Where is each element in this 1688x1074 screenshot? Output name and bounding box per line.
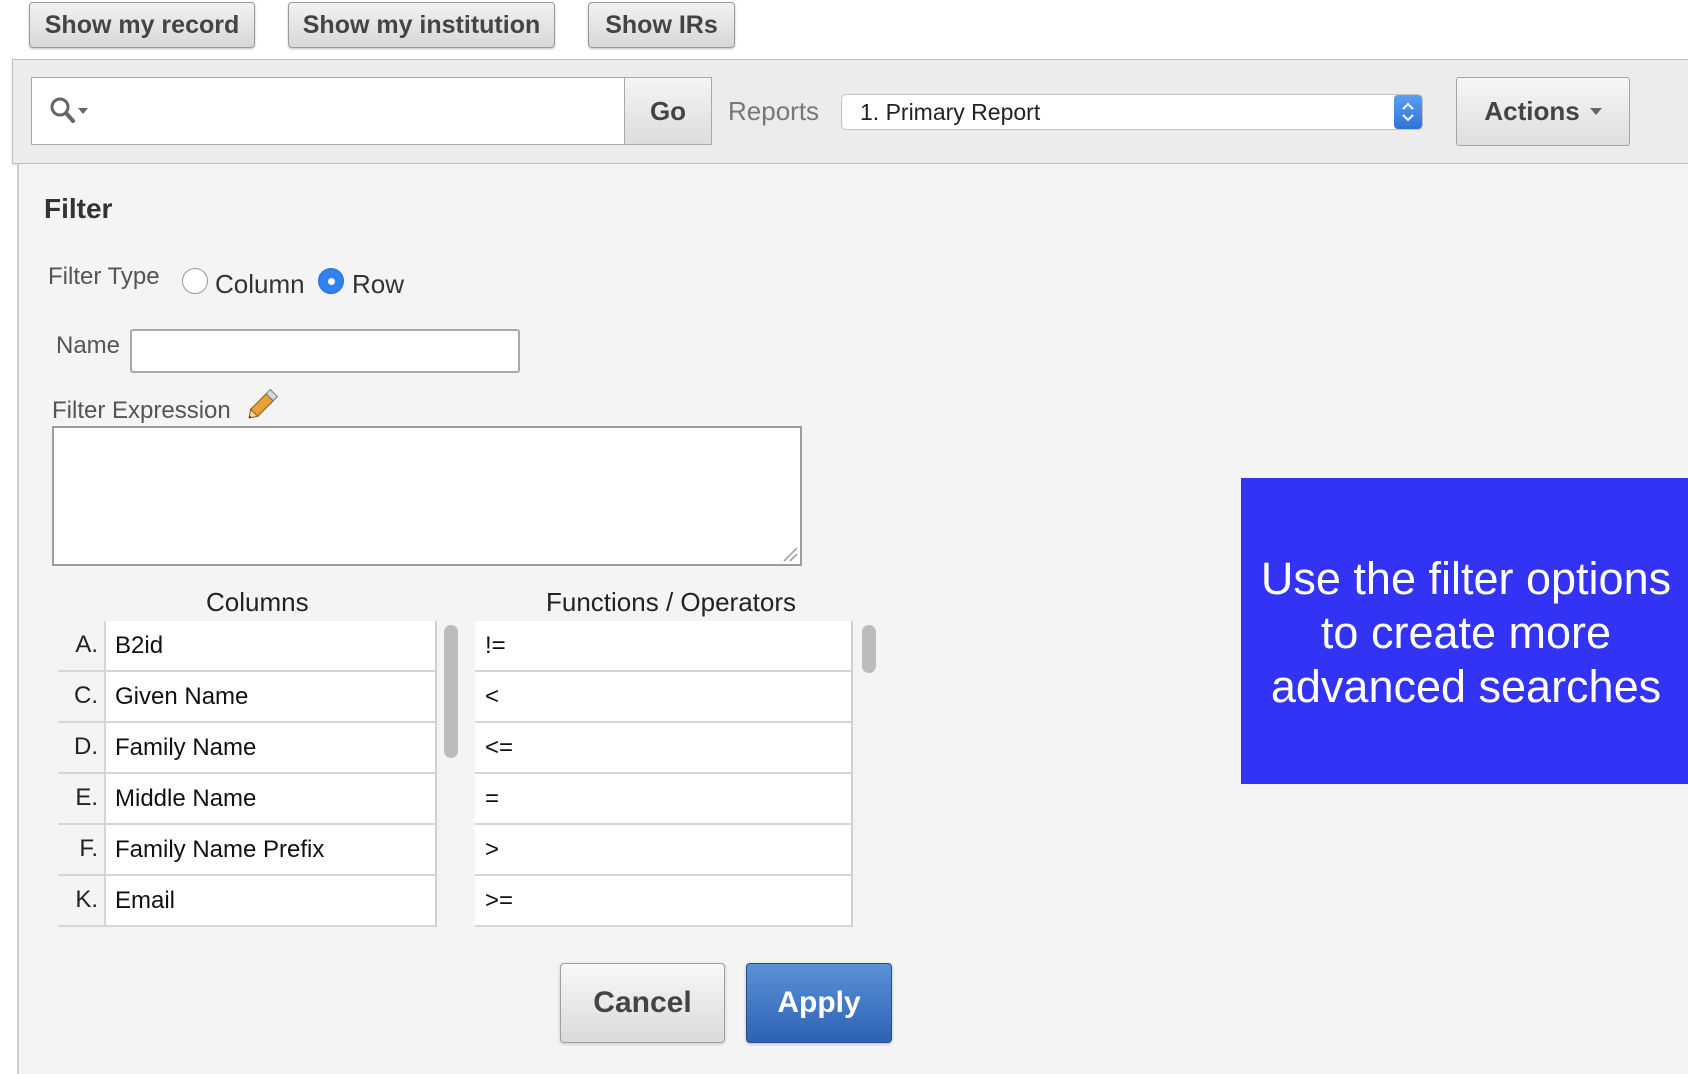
column-name: Email (115, 886, 176, 914)
operators-scrollbar[interactable] (862, 625, 876, 673)
column-row[interactable]: C. Given Name (58, 672, 435, 723)
column-letter: E. (58, 774, 106, 823)
reports-label: Reports (728, 96, 820, 126)
operator-symbol: != (485, 631, 506, 659)
operator-symbol: = (485, 784, 500, 812)
functions-operators-header: Functions / Operators (546, 587, 796, 617)
column-name: Family Name (115, 733, 257, 761)
operator-row[interactable]: <= (475, 723, 851, 774)
actions-label: Actions (1484, 96, 1580, 126)
callout-line: Use the filter options (1260, 553, 1672, 604)
column-letter: A. (58, 621, 106, 670)
column-letter: D. (58, 723, 106, 772)
caret-down-icon (1589, 108, 1602, 115)
column-row[interactable]: A. B2id (58, 621, 435, 672)
column-name: Family Name Prefix (115, 835, 325, 863)
search-icon[interactable] (48, 95, 92, 127)
column-name: B2id (115, 631, 164, 659)
column-letter: C. (58, 672, 106, 721)
callout-line: advanced searches (1270, 661, 1662, 712)
cancel-button[interactable]: Cancel (560, 963, 725, 1043)
operator-row[interactable]: >= (475, 876, 851, 927)
column-letter: K. (58, 876, 106, 925)
tutorial-callout: Use the filter options to create more ad… (1241, 478, 1688, 784)
select-arrows-icon (1394, 95, 1422, 129)
callout-line: to create more (1320, 607, 1612, 658)
operator-symbol: <= (485, 733, 514, 761)
filter-expression-textarea[interactable] (52, 426, 802, 566)
column-row[interactable]: D. Family Name (58, 723, 435, 774)
filter-type-row-radio[interactable] (318, 268, 344, 294)
column-name: Middle Name (115, 784, 257, 812)
filter-type-column-radio[interactable] (182, 268, 208, 294)
actions-button[interactable]: Actions (1456, 77, 1630, 146)
operator-row[interactable]: < (475, 672, 851, 723)
column-row[interactable]: F. Family Name Prefix (58, 825, 435, 876)
show-irs-button[interactable]: Show IRs (588, 2, 735, 48)
filter-title: Filter (44, 193, 113, 224)
report-select-value: 1. Primary Report (860, 99, 1041, 125)
resize-grip-icon[interactable] (780, 544, 798, 562)
operator-symbol: > (485, 835, 500, 863)
column-name: Given Name (115, 682, 249, 710)
column-letter: F. (58, 825, 106, 874)
column-row[interactable]: K. Email (58, 876, 435, 927)
filter-type-column-label[interactable]: Column (215, 269, 305, 300)
name-input[interactable] (130, 329, 520, 373)
columns-header: Columns (206, 587, 309, 617)
operator-symbol: >= (485, 886, 514, 914)
operator-symbol: < (485, 682, 500, 710)
filter-expression-label: Filter Expression (52, 397, 231, 424)
operator-row[interactable]: = (475, 774, 851, 825)
show-my-institution-button[interactable]: Show my institution (288, 2, 555, 48)
column-row[interactable]: E. Middle Name (58, 774, 435, 825)
search-input[interactable] (31, 77, 625, 145)
go-button[interactable]: Go (624, 77, 712, 145)
pencil-eraser-icon[interactable] (246, 385, 282, 421)
columns-list[interactable]: A. B2id C. Given Name D. Family Name E. Midd… (58, 621, 437, 928)
apply-button[interactable]: Apply (746, 963, 892, 1043)
show-my-record-button[interactable]: Show my record (29, 2, 255, 48)
filter-type-label: Filter Type (48, 263, 160, 290)
operators-list[interactable]: != < <= = > >= (475, 621, 853, 928)
report-select[interactable]: 1. Primary Report (841, 94, 1423, 130)
operator-row[interactable]: != (475, 621, 851, 672)
operator-row[interactable]: > (475, 825, 851, 876)
filter-type-row-label[interactable]: Row (352, 269, 404, 300)
columns-scrollbar[interactable] (444, 625, 458, 758)
name-label: Name (56, 332, 121, 359)
